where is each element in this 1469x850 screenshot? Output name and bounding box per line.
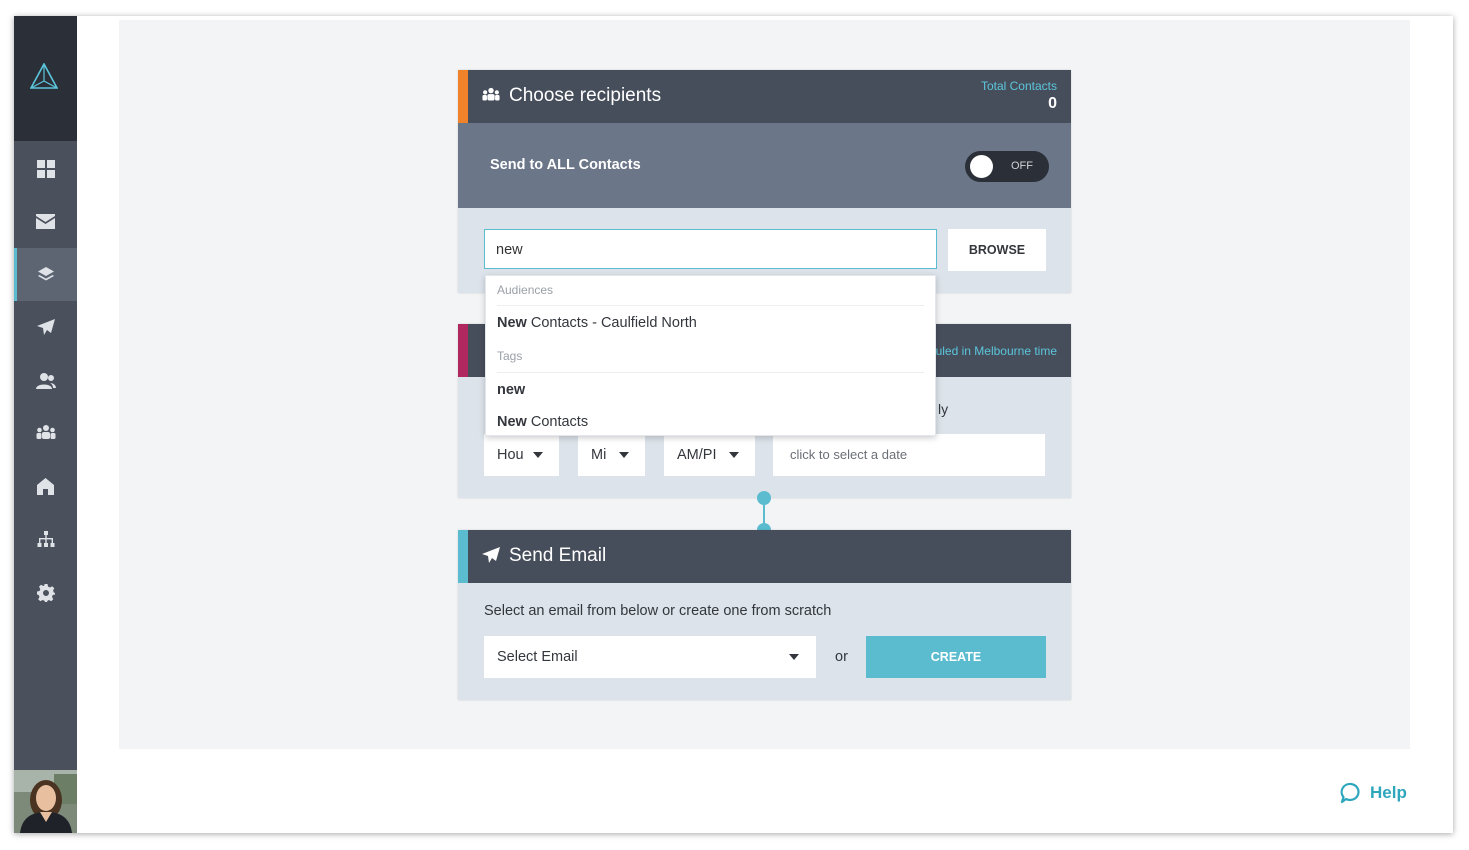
- help-button[interactable]: Help: [1340, 782, 1407, 804]
- sitemap-icon: [37, 531, 54, 547]
- send-all-bar: Send to ALL Contacts OFF: [458, 123, 1071, 208]
- send-email-header: Send Email: [458, 530, 1071, 583]
- choose-recipients-header: Choose recipients Total Contacts 0: [458, 70, 1071, 123]
- divider: [497, 305, 924, 306]
- sidebar: [14, 16, 77, 833]
- nav-campaigns[interactable]: [14, 301, 77, 354]
- home-icon: [37, 478, 54, 495]
- user-avatar[interactable]: [14, 770, 77, 833]
- send-all-toggle[interactable]: OFF: [965, 151, 1049, 182]
- hour-select-value: Hou: [497, 447, 524, 463]
- contacts-icon: [35, 372, 56, 389]
- schedule-option-text: ly: [938, 401, 949, 417]
- nav-dashboard[interactable]: [14, 142, 77, 195]
- toggle-state: OFF: [1011, 160, 1033, 172]
- match-highlight: New: [497, 414, 527, 430]
- date-picker-input[interactable]: click to select a date: [773, 434, 1045, 476]
- date-placeholder: click to select a date: [790, 447, 908, 462]
- total-contacts-label: Total Contacts: [980, 79, 1057, 93]
- gear-icon: [36, 583, 55, 602]
- nav-sitemap[interactable]: [14, 513, 77, 566]
- layers-icon: [37, 266, 54, 280]
- paper-plane-icon: [36, 319, 55, 335]
- suggestion-audience[interactable]: New Contacts - Caulfield North: [497, 315, 697, 331]
- match-highlight: New: [497, 315, 527, 331]
- total-contacts-value: 0: [1048, 95, 1057, 112]
- suggestion-text: Contacts: [526, 414, 589, 430]
- chevron-down-icon: [729, 452, 739, 458]
- ampm-select[interactable]: AM/PI: [664, 434, 755, 476]
- chevron-down-icon: [789, 654, 799, 660]
- group-icon: [482, 87, 500, 101]
- schedule-accent-bar: [458, 324, 468, 377]
- recipients-title: Choose recipients: [509, 85, 662, 106]
- email-select-value: Select Email: [497, 649, 578, 665]
- logo[interactable]: [14, 16, 77, 141]
- nav-email[interactable]: [14, 195, 77, 248]
- or-separator: or: [835, 649, 848, 665]
- email-select[interactable]: Select Email: [484, 636, 816, 678]
- nav-home[interactable]: [14, 460, 77, 513]
- match-highlight: new: [497, 382, 526, 398]
- hour-select[interactable]: Hou: [484, 434, 559, 476]
- send-email-title: Send Email: [509, 545, 607, 566]
- browse-button[interactable]: BROWSE: [948, 229, 1046, 271]
- app-window: Choose recipients Total Contacts 0 Send …: [14, 16, 1453, 833]
- recipient-search-input[interactable]: new: [484, 229, 937, 269]
- chat-bubble-icon: [1340, 782, 1360, 804]
- group-label-audiences: Audiences: [497, 283, 554, 297]
- email-accent-bar: [458, 530, 468, 583]
- ampm-select-value: AM/PI: [677, 447, 717, 463]
- suggestion-tag-new-contacts[interactable]: New Contacts: [497, 414, 588, 430]
- nav-groups[interactable]: [14, 407, 77, 460]
- recipient-suggestions-dropdown: Audiences New Contacts - Caulfield North…: [485, 275, 936, 436]
- nav-contacts[interactable]: [14, 354, 77, 407]
- paper-plane-icon: [482, 547, 500, 563]
- envelope-icon: [36, 214, 55, 229]
- recipients-accent-bar: [458, 70, 468, 123]
- suggestion-tag-new[interactable]: new: [497, 382, 525, 398]
- chevron-down-icon: [533, 452, 543, 458]
- dashboard-grid-icon: [36, 159, 55, 178]
- connector-dot-top[interactable]: [757, 491, 771, 505]
- timezone-note: uled in Melbourne time: [935, 344, 1057, 358]
- nav-settings[interactable]: [14, 566, 77, 619]
- minute-select-value: Mi: [591, 447, 607, 463]
- send-all-label: Send to ALL Contacts: [490, 157, 641, 173]
- minute-select[interactable]: Mi: [578, 434, 645, 476]
- choose-recipients-card: Choose recipients Total Contacts 0 Send …: [458, 70, 1071, 293]
- group-label-tags: Tags: [497, 349, 523, 363]
- toggle-knob: [970, 155, 993, 178]
- send-email-card: Send Email Select an email from below or…: [458, 530, 1071, 700]
- create-email-button[interactable]: CREATE: [866, 636, 1046, 678]
- chevron-down-icon: [619, 452, 629, 458]
- divider: [497, 372, 924, 373]
- help-label: Help: [1370, 783, 1407, 802]
- triangle-logo-icon: [30, 63, 58, 89]
- suggestion-text: Contacts - Caulfield North: [526, 315, 697, 331]
- nav-audiences[interactable]: [14, 248, 77, 301]
- group-icon: [36, 425, 55, 439]
- email-description: Select an email from below or create one…: [484, 603, 832, 619]
